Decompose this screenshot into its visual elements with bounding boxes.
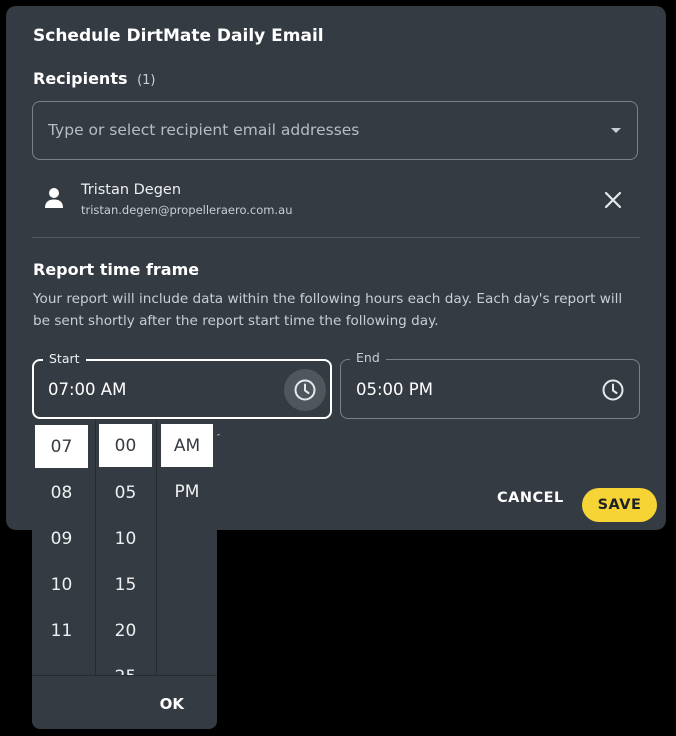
recipient-email-placeholder: Type or select recipient email addresses [48,121,360,139]
end-clock-button[interactable] [592,369,634,411]
minute-option[interactable]: 00 [99,424,152,467]
recipient-email-input[interactable]: Type or select recipient email addresses [32,101,638,160]
divider [32,237,640,238]
timeframe-description: Your report will include data within the… [33,291,623,329]
hour-option[interactable]: 08 [35,471,88,514]
close-icon[interactable] [602,189,624,211]
save-button[interactable]: SAVE [582,488,657,522]
period-column[interactable]: AM PM [156,420,217,675]
recipient-name: Tristan Degen [81,182,182,198]
hour-option[interactable]: 09 [35,517,88,560]
hours-column[interactable]: 07 08 09 10 11 [32,420,94,675]
recipients-heading: Recipients (1) [33,69,156,88]
clock-icon [602,379,624,401]
start-time-field[interactable]: Start 07:00 AM [32,351,332,419]
end-time-value[interactable]: 05:00 PM [356,380,433,399]
minute-option[interactable]: 20 [99,609,152,652]
time-picker-popover: 07 08 09 10 11 00 05 10 15 20 25 AM PM O… [32,420,217,729]
minute-option[interactable]: 15 [99,563,152,606]
cancel-button[interactable]: CANCEL [497,490,564,506]
start-time-value[interactable]: 07:00 AM [48,380,126,399]
caret-down-icon[interactable] [611,128,621,133]
recipients-count: (1) [137,73,156,88]
period-option-am[interactable]: AM [161,424,213,467]
end-time-field[interactable]: End 05:00 PM [340,350,640,419]
start-clock-button[interactable] [284,369,326,411]
period-option-pm[interactable]: PM [161,470,213,513]
ok-button[interactable]: OK [160,695,184,713]
end-time-label: End [350,350,386,365]
timeframe-heading: Report time frame [33,260,200,279]
minute-option[interactable]: 25 [99,655,152,676]
person-icon [45,188,63,208]
recipient-email: tristan.degen@propelleraero.com.au [81,203,293,217]
minute-option[interactable]: 10 [99,517,152,560]
hour-option[interactable]: 10 [35,563,88,606]
dialog-title: Schedule DirtMate Daily Email [33,26,324,46]
start-time-label: Start [43,351,86,366]
minutes-column[interactable]: 00 05 10 15 20 25 [95,420,157,675]
hour-option[interactable]: 07 [35,425,88,468]
hour-option[interactable]: 11 [35,609,88,652]
picker-footer: OK [32,675,217,729]
minute-option[interactable]: 05 [99,471,152,514]
clock-icon [294,379,316,401]
recipients-heading-label: Recipients [33,69,128,88]
